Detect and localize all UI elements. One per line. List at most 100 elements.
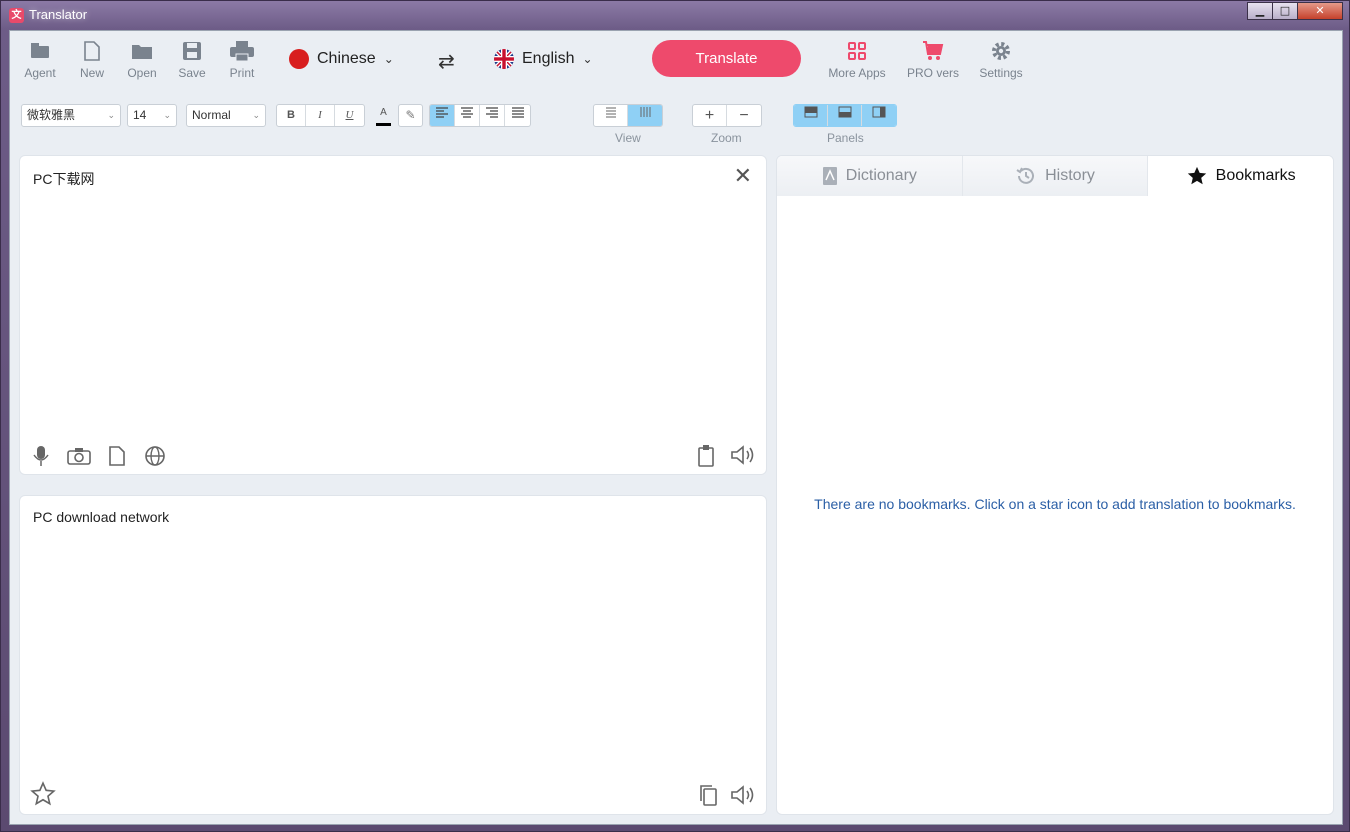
app-logo-icon: 文 [9, 8, 24, 23]
copy-icon[interactable] [698, 784, 718, 807]
agent-icon [31, 43, 49, 58]
save-icon [183, 42, 201, 60]
bookmarks-empty-message: There are no bookmarks. Click on a star … [814, 496, 1296, 512]
maximize-button[interactable]: □ [1272, 2, 1298, 20]
view-columns-button[interactable] [628, 105, 662, 126]
uk-flag-icon [494, 49, 514, 69]
microphone-icon[interactable] [32, 445, 50, 467]
chevron-down-icon: ⌄ [582, 52, 593, 66]
italic-button[interactable]: I [306, 105, 335, 126]
align-left-button[interactable] [430, 105, 455, 126]
title-bar: 文 Translator ▁ □ ✕ [1, 1, 1349, 29]
zoom-group: + − [692, 104, 762, 127]
source-language-label: Chinese [317, 50, 376, 67]
font-size-select[interactable]: 14 ⌄ [127, 104, 177, 127]
speaker-icon[interactable] [730, 785, 756, 805]
history-clock-icon [1016, 167, 1035, 184]
minimize-button[interactable]: ▁ [1247, 2, 1273, 20]
tab-dictionary[interactable]: Dictionary [777, 156, 963, 196]
font-color-label: A [380, 107, 387, 118]
app-client-area: Agent New Open Save Print Chinese ⌄ ⇄ En… [9, 30, 1343, 825]
zoom-in-button[interactable]: + [693, 105, 727, 126]
panel-right-icon [872, 106, 886, 118]
chevron-down-icon: ⌄ [163, 110, 171, 120]
close-window-button[interactable]: ✕ [1297, 2, 1343, 20]
panels-group [793, 104, 897, 127]
target-language-label: English [522, 50, 575, 67]
speaker-icon[interactable] [730, 445, 756, 465]
align-justify-icon [511, 107, 524, 118]
tab-bookmarks[interactable]: Bookmarks [1148, 156, 1333, 196]
print-label: Print [229, 66, 255, 80]
more-apps-button[interactable]: More Apps [822, 39, 892, 80]
print-button[interactable]: Print [222, 39, 262, 80]
panel-bottom-icon [838, 106, 851, 118]
source-language-select[interactable]: Chinese ⌄ [289, 49, 394, 69]
alignment-group [429, 104, 531, 127]
bold-button[interactable]: B [277, 105, 306, 126]
printer-icon [230, 41, 254, 62]
agent-button[interactable]: Agent [20, 39, 60, 80]
paragraph-style-select[interactable]: Normal ⌄ [186, 104, 266, 127]
new-file-icon [84, 41, 100, 61]
chevron-down-icon: ⌄ [383, 52, 394, 66]
source-text[interactable]: PC下载网 [33, 169, 94, 189]
align-left-icon [436, 107, 448, 118]
translation-text-pane[interactable]: PC download network [19, 495, 767, 815]
dictionary-book-icon [822, 167, 837, 185]
view-group [593, 104, 663, 127]
source-text-pane[interactable]: PC下载网 ✕ [19, 155, 767, 475]
panel-top-icon [804, 106, 817, 118]
gear-icon [992, 42, 1010, 60]
underline-button[interactable]: U [335, 105, 364, 126]
open-button[interactable]: Open [122, 39, 162, 80]
pro-version-button[interactable]: PRO vers [905, 39, 961, 80]
folder-icon [132, 45, 152, 59]
font-family-select[interactable]: 微软雅黑 ⌄ [21, 104, 121, 127]
align-justify-button[interactable] [505, 105, 530, 126]
tab-history-label: History [1045, 167, 1095, 184]
side-panel: Dictionary History Bookmarks There are n… [776, 155, 1334, 815]
document-icon[interactable] [108, 445, 126, 467]
save-button[interactable]: Save [172, 39, 212, 80]
translation-text[interactable]: PC download network [33, 509, 169, 525]
font-color-swatch [376, 123, 391, 126]
align-right-icon [486, 107, 498, 118]
font-family-value: 微软雅黑 [27, 108, 76, 122]
paste-clipboard-icon[interactable] [697, 444, 715, 467]
text-style-group: B I U [276, 104, 365, 127]
align-center-button[interactable] [455, 105, 480, 126]
side-panel-tabs: Dictionary History Bookmarks [777, 156, 1333, 196]
clear-text-icon[interactable]: ✕ [734, 164, 752, 189]
globe-icon[interactable] [144, 445, 166, 467]
settings-button[interactable]: Settings [976, 39, 1026, 80]
chevron-down-icon: ⌄ [107, 110, 115, 120]
swap-languages-icon[interactable]: ⇄ [438, 49, 455, 73]
highlight-button[interactable]: ✎ [398, 104, 423, 127]
tab-bookmarks-label: Bookmarks [1215, 167, 1296, 184]
app-window: 文 Translator ▁ □ ✕ Agent New Open Save P… [0, 0, 1350, 832]
pro-version-label: PRO vers [906, 66, 959, 80]
columns-icon [640, 107, 651, 117]
panels-label: Panels [827, 131, 864, 145]
new-label: New [79, 66, 104, 80]
panel-bottom-button[interactable] [828, 105, 862, 126]
open-label: Open [127, 66, 157, 80]
align-right-button[interactable] [480, 105, 505, 126]
target-language-select[interactable]: English ⌄ [494, 49, 593, 69]
camera-icon[interactable] [67, 447, 91, 465]
view-single-button[interactable] [594, 105, 628, 126]
font-color-button[interactable]: A [371, 104, 396, 127]
translate-button[interactable]: Translate [652, 40, 801, 77]
save-label: Save [178, 66, 206, 80]
star-bookmark-icon[interactable] [30, 781, 56, 807]
panel-top-button[interactable] [794, 105, 828, 126]
zoom-label: Zoom [711, 131, 742, 145]
star-icon [1187, 166, 1206, 185]
panel-right-button[interactable] [862, 105, 896, 126]
new-button[interactable]: New [72, 39, 112, 80]
zoom-out-button[interactable]: − [727, 105, 761, 126]
chevron-down-icon: ⌄ [252, 110, 260, 120]
tab-history[interactable]: History [962, 156, 1149, 196]
window-title: Translator [29, 7, 88, 22]
